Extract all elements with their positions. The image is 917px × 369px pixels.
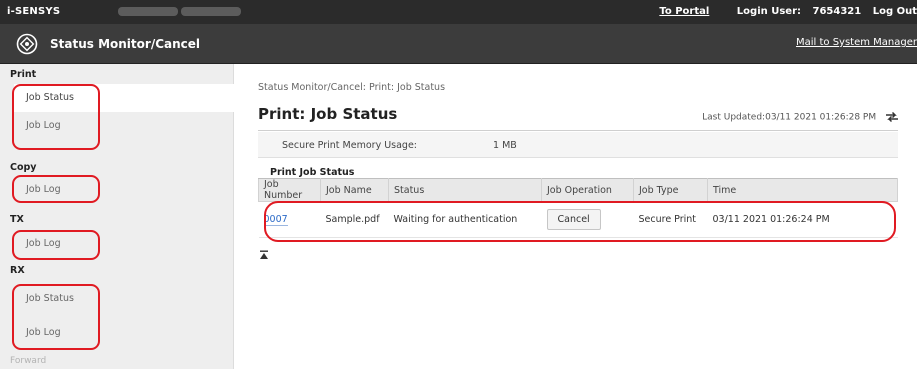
back-to-top-icon[interactable]	[259, 250, 269, 260]
header-bar: Status Monitor/Cancel Mail to System Man…	[0, 24, 917, 64]
sidebar-heading-print: Print	[10, 69, 37, 80]
brand-logo: i-SENSYS	[7, 6, 61, 17]
top-bar: i-SENSYS To Portal Login User: 7654321 L…	[0, 0, 917, 24]
section-title: Print Job Status	[270, 167, 355, 178]
memory-usage-value: 1 MB	[493, 140, 517, 151]
last-updated-text: Last Updated:03/11 2021 01:26:28 PM	[702, 112, 877, 123]
sidebar: Print Job Status Job Log Copy Job Log TX…	[0, 64, 234, 369]
breadcrumb: Status Monitor/Cancel: Print: Job Status	[258, 82, 446, 93]
login-label: Login User:	[736, 6, 802, 17]
sidebar-heading-copy: Copy	[10, 162, 37, 173]
table-header-row: Job Number Job Name Status Job Operation…	[258, 178, 898, 202]
column-header-job-operation: Job Operation	[541, 178, 634, 202]
memory-usage-label: Secure Print Memory Usage:	[282, 140, 418, 151]
highlight-copy-item	[12, 175, 100, 203]
highlight-tx-item	[12, 230, 100, 260]
device-name-redacted	[181, 7, 241, 16]
last-updated: Last Updated:03/11 2021 01:26:28 PM	[702, 111, 899, 123]
column-header-status: Status	[388, 178, 542, 202]
page-title: Print: Job Status	[258, 105, 398, 123]
column-header-job-type: Job Type	[633, 178, 708, 202]
column-header-job-number: Job Number	[258, 178, 321, 202]
sidebar-heading-tx: TX	[10, 214, 24, 225]
highlight-print-items	[12, 84, 100, 150]
top-right-links: To Portal Login User: 7654321 Log Out	[659, 6, 917, 17]
portal-link[interactable]: To Portal	[659, 6, 709, 17]
status-monitor-icon	[16, 33, 38, 55]
divider	[258, 130, 898, 131]
column-header-time: Time	[707, 178, 898, 202]
sidebar-item-forward[interactable]: Forward	[10, 356, 46, 366]
memory-usage-row: Secure Print Memory Usage: 1 MB	[258, 132, 898, 158]
column-header-job-name: Job Name	[320, 178, 389, 202]
highlight-rx-items	[12, 284, 100, 350]
sidebar-heading-rx: RX	[10, 265, 25, 276]
device-name-redacted	[118, 7, 178, 16]
highlight-job-row	[264, 201, 896, 242]
refresh-icon[interactable]	[885, 111, 899, 123]
mail-system-manager-link[interactable]: Mail to System Manager	[796, 37, 917, 48]
logout-link[interactable]: Log Out	[873, 6, 917, 17]
app-title: Status Monitor/Cancel	[50, 37, 201, 51]
login-user: 7654321	[812, 6, 862, 17]
